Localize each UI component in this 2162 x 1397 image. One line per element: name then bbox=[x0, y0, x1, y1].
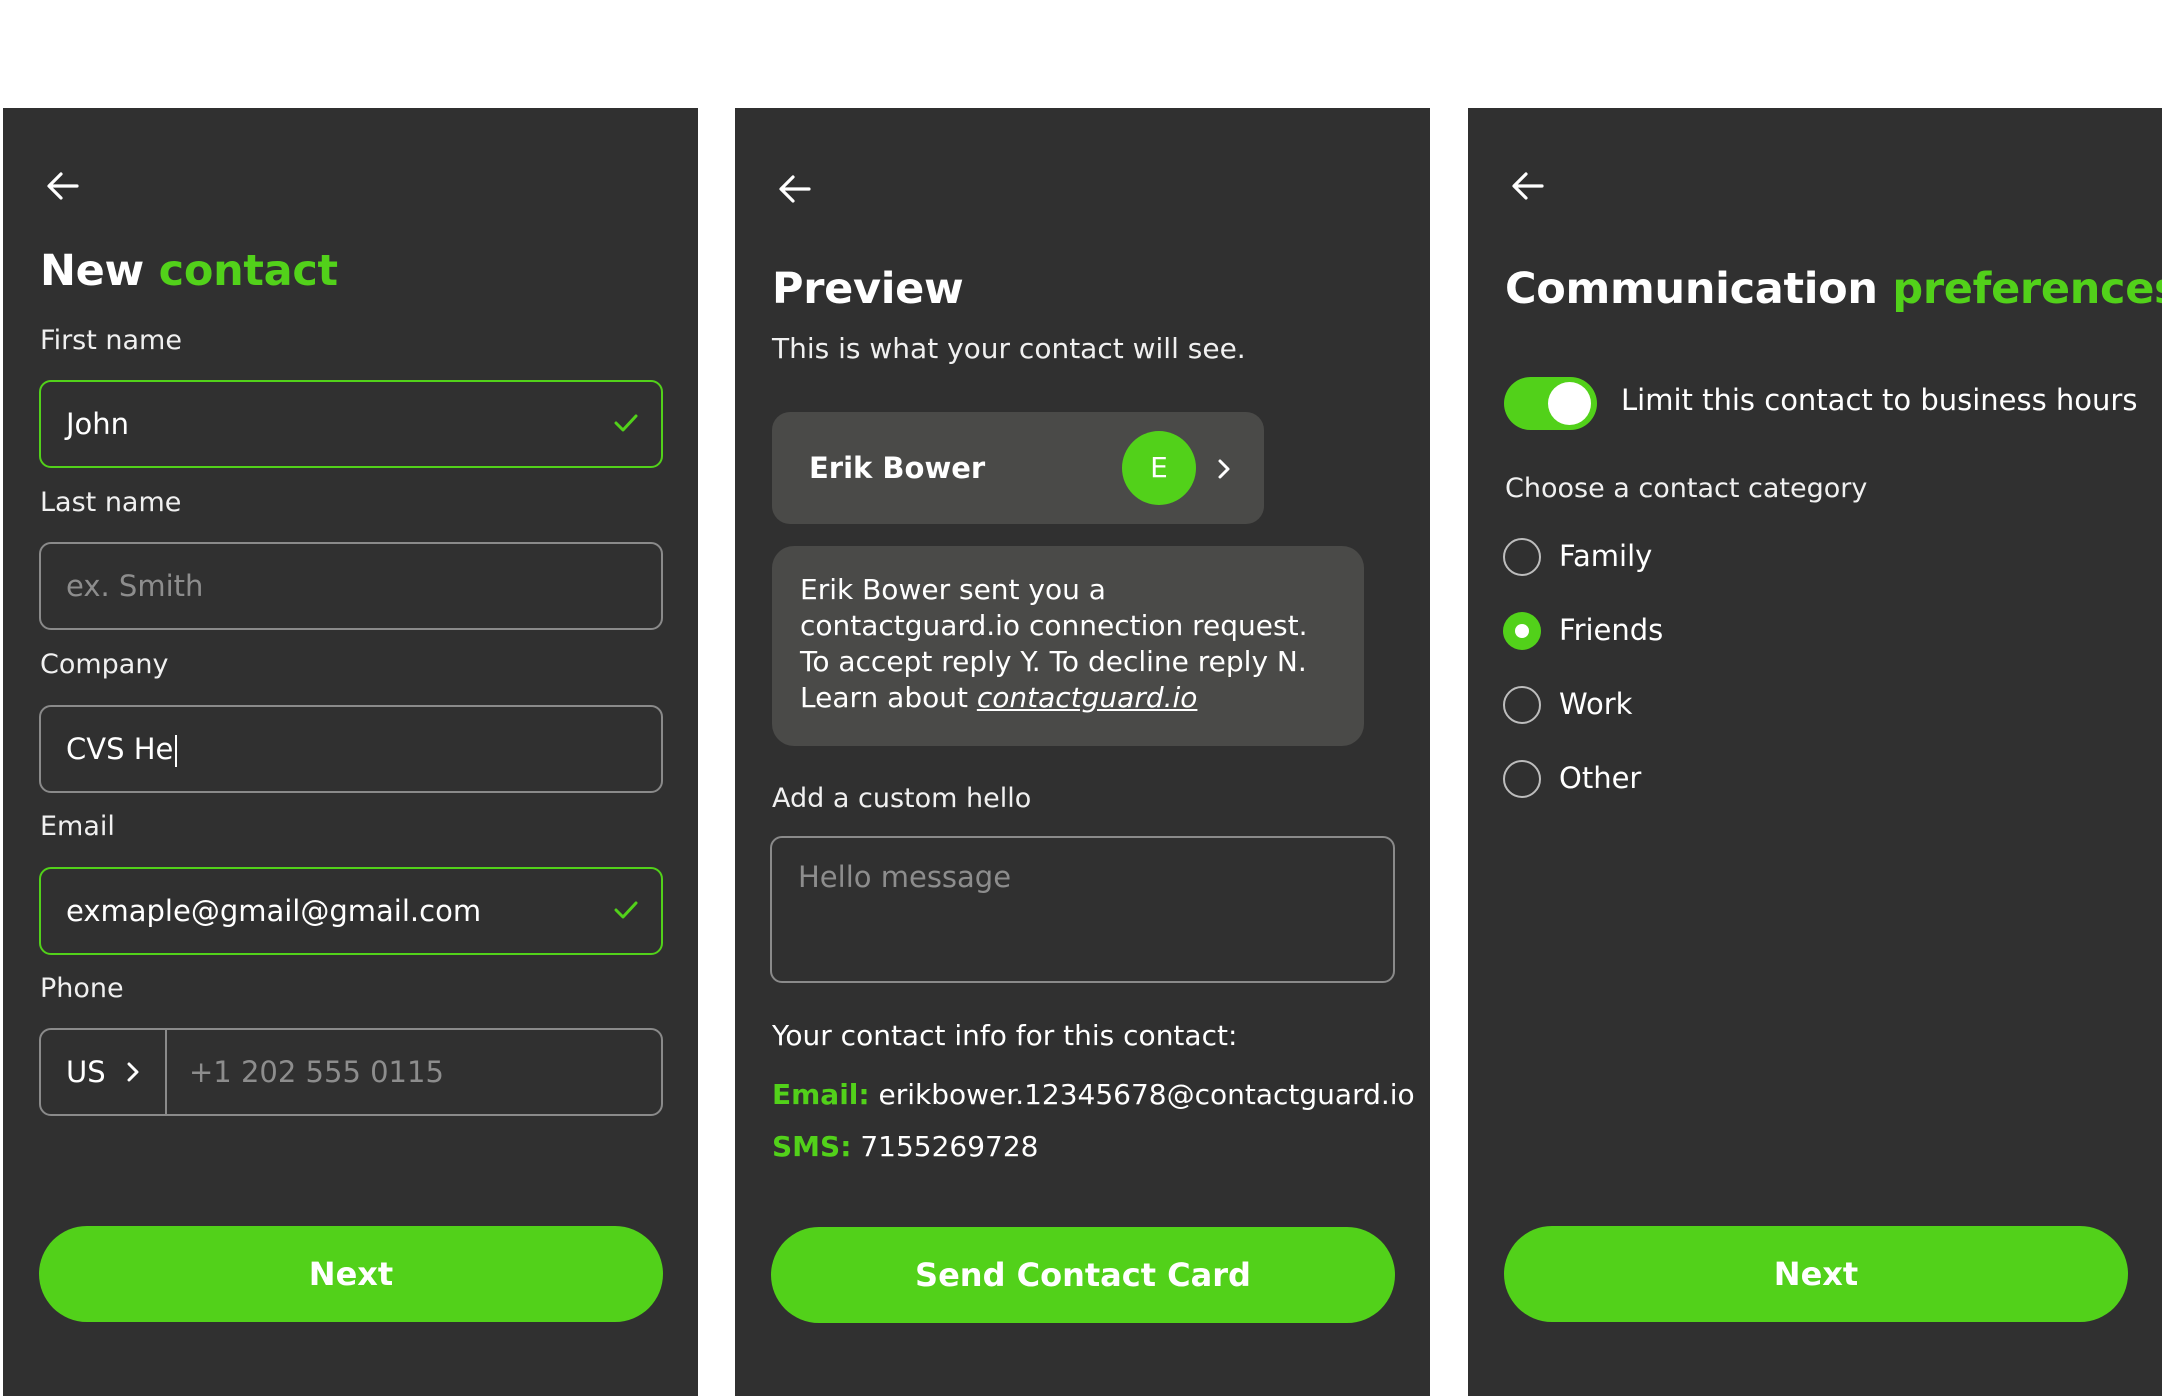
business-hours-label: Limit this contact to business hours bbox=[1621, 383, 2138, 417]
email-value: exmaple@gmail@gmail.com bbox=[66, 894, 482, 928]
next-button[interactable]: Next bbox=[1504, 1226, 2128, 1322]
page-subtitle: This is what your contact will see. bbox=[772, 332, 1246, 365]
last-name-placeholder: ex. Smith bbox=[66, 569, 204, 603]
last-name-field[interactable]: ex. Smith bbox=[39, 542, 663, 630]
sms-key: SMS: bbox=[772, 1130, 852, 1163]
last-name-label: Last name bbox=[40, 487, 182, 518]
title-accent: preferences bbox=[1892, 264, 2162, 314]
sms-info-line: SMS: 7155269728 bbox=[772, 1130, 1038, 1163]
contactguard-link[interactable]: contactguard.io bbox=[977, 681, 1198, 714]
message-bubble: Erik Bower sent you a contactguard.io co… bbox=[772, 546, 1364, 746]
radio-circle-selected[interactable] bbox=[1503, 612, 1541, 650]
checkmark-icon bbox=[613, 412, 639, 438]
business-hours-toggle[interactable] bbox=[1504, 377, 1597, 430]
email-info-line: Email: erikbower.12345678@contactguard.i… bbox=[772, 1078, 1415, 1111]
email-info-value: erikbower.12345678@contactguard.io bbox=[878, 1078, 1415, 1111]
hello-placeholder: Hello message bbox=[798, 860, 1012, 894]
bubble-line: To accept reply Y. To decline reply N. bbox=[800, 645, 1307, 678]
contact-info-heading: Your contact info for this contact: bbox=[772, 1019, 1238, 1052]
first-name-value: John bbox=[66, 407, 130, 441]
page-title: Communication preferences bbox=[1505, 264, 2162, 314]
email-label: Email bbox=[40, 811, 115, 842]
toggle-knob bbox=[1548, 382, 1591, 425]
company-field[interactable]: CVS He bbox=[39, 705, 663, 793]
preview-screen: Preview This is what your contact will s… bbox=[735, 108, 1430, 1396]
new-contact-screen: New contact First name John Last name ex… bbox=[3, 108, 698, 1396]
first-name-field[interactable]: John bbox=[39, 380, 663, 468]
phone-field: US +1 202 555 0115 bbox=[39, 1028, 663, 1116]
bubble-line: Erik Bower sent you a bbox=[800, 573, 1106, 606]
chevron-right-icon bbox=[1216, 457, 1232, 485]
country-code[interactable]: US bbox=[66, 1030, 106, 1114]
communication-preferences-screen: Communication preferences Limit this con… bbox=[1468, 108, 2162, 1396]
next-button[interactable]: Next bbox=[39, 1226, 663, 1322]
contact-name: Erik Bower bbox=[809, 451, 986, 485]
chevron-right-icon[interactable] bbox=[125, 1060, 141, 1088]
title-accent: contact bbox=[158, 246, 338, 296]
back-arrow-icon[interactable] bbox=[43, 166, 83, 206]
bubble-line: Learn about contactguard.io bbox=[800, 680, 1336, 716]
email-key: Email: bbox=[772, 1078, 870, 1111]
phone-divider bbox=[165, 1030, 167, 1114]
contact-card[interactable]: Erik Bower E bbox=[772, 412, 1264, 524]
phone-number-input[interactable]: +1 202 555 0115 bbox=[189, 1030, 444, 1114]
radio-label: Work bbox=[1559, 687, 1633, 721]
radio-label: Family bbox=[1559, 539, 1653, 573]
avatar: E bbox=[1122, 431, 1196, 505]
email-field[interactable]: exmaple@gmail@gmail.com bbox=[39, 867, 663, 955]
title-prefix: Communication bbox=[1505, 264, 1878, 314]
radio-label: Friends bbox=[1559, 613, 1664, 647]
contact-category-label: Choose a contact category bbox=[1505, 473, 1868, 504]
checkmark-icon bbox=[613, 899, 639, 925]
bubble-line: contactguard.io connection request. bbox=[800, 609, 1308, 642]
radio-circle[interactable] bbox=[1503, 686, 1541, 724]
radio-circle[interactable] bbox=[1503, 538, 1541, 576]
phone-label: Phone bbox=[40, 973, 124, 1004]
back-arrow-icon[interactable] bbox=[1508, 166, 1548, 206]
company-value-wrap: CVS He bbox=[66, 707, 178, 791]
page-title: New contact bbox=[40, 246, 338, 296]
radio-circle[interactable] bbox=[1503, 760, 1541, 798]
first-name-label: First name bbox=[40, 325, 182, 356]
text-caret bbox=[175, 735, 178, 767]
company-label: Company bbox=[40, 649, 169, 680]
send-contact-card-button[interactable]: Send Contact Card bbox=[771, 1227, 1395, 1323]
page-title: Preview bbox=[772, 264, 964, 314]
company-value: CVS He bbox=[66, 732, 174, 766]
back-arrow-icon[interactable] bbox=[775, 169, 815, 209]
custom-hello-label: Add a custom hello bbox=[772, 783, 1032, 814]
bubble-learn-prefix: Learn about bbox=[800, 681, 968, 714]
radio-label: Other bbox=[1559, 761, 1642, 795]
hello-message-input[interactable]: Hello message bbox=[770, 836, 1395, 983]
title-prefix: New bbox=[40, 246, 144, 296]
sms-info-value: 7155269728 bbox=[860, 1130, 1039, 1163]
